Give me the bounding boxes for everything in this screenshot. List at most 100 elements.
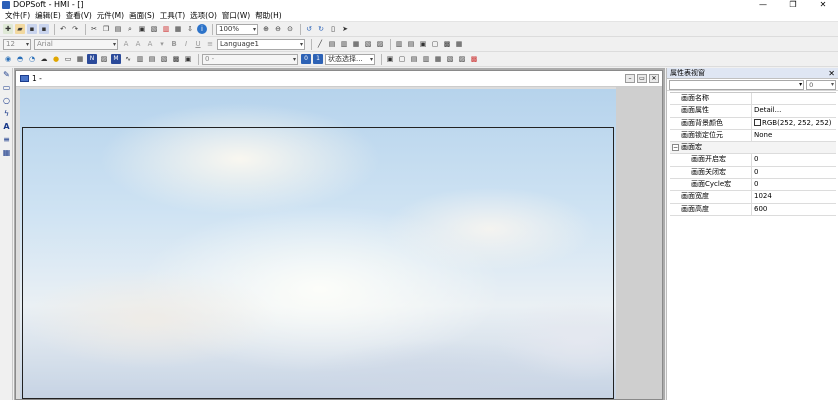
align-bottom-icon[interactable]: ▨: [375, 39, 385, 49]
numeric-input-icon[interactable]: N: [87, 54, 97, 64]
align-right-icon[interactable]: ▦: [351, 39, 361, 49]
alarm-element-icon[interactable]: ▧: [159, 54, 169, 64]
language-select[interactable]: Language1 ▾: [217, 38, 305, 50]
minimize-button[interactable]: —: [748, 0, 778, 10]
property-row[interactable]: 画面开启宏 0: [670, 154, 836, 167]
property-close-icon[interactable]: ✕: [828, 68, 835, 79]
italic-icon[interactable]: I: [181, 39, 191, 49]
close-button[interactable]: ✕: [808, 0, 838, 10]
layer-down-icon[interactable]: ▥: [421, 54, 431, 64]
layer-front-icon[interactable]: ▣: [385, 54, 395, 64]
layer-up-icon[interactable]: ▤: [409, 54, 419, 64]
font-grow-icon[interactable]: A: [121, 39, 131, 49]
align-left-icon[interactable]: ▤: [327, 39, 337, 49]
hmi-screen-canvas[interactable]: [20, 89, 616, 399]
property-row[interactable]: 画面属性 Detail...: [670, 105, 836, 118]
underline-icon[interactable]: U: [193, 39, 203, 49]
polyline-icon[interactable]: ϟ: [1, 108, 12, 119]
open-folder-icon[interactable]: ▰: [15, 24, 25, 34]
unlock-icon[interactable]: ▧: [445, 54, 455, 64]
order-icon[interactable]: ▨: [457, 54, 467, 64]
same-height-icon[interactable]: ▢: [430, 39, 440, 49]
zoom-out-icon[interactable]: ⊖: [273, 24, 283, 34]
download-icon[interactable]: ⇩: [185, 24, 195, 34]
find-icon[interactable]: ⌕: [125, 24, 135, 34]
menu-tools[interactable]: 工具(T): [160, 10, 185, 22]
object-select[interactable]: ▾: [669, 79, 805, 90]
menu-screen[interactable]: 画面(S): [129, 10, 155, 22]
circle-icon[interactable]: ○: [1, 95, 12, 106]
align-center-icon[interactable]: ▥: [339, 39, 349, 49]
pencil-icon[interactable]: ✎: [1, 69, 12, 80]
align-icon[interactable]: ≡: [205, 39, 215, 49]
zoom-in-icon[interactable]: ⊕: [261, 24, 271, 34]
property-row[interactable]: 画面高度 600: [670, 203, 836, 216]
table-tool-icon[interactable]: ▦: [1, 147, 12, 158]
align-top-icon[interactable]: ▧: [363, 39, 373, 49]
maximize-button[interactable]: ❐: [778, 0, 808, 10]
cut-icon[interactable]: ✂: [89, 24, 99, 34]
new-file-icon[interactable]: ✚: [3, 24, 13, 34]
meter-element-icon[interactable]: ◓: [15, 54, 25, 64]
value-select[interactable]: 0 - ▾: [202, 53, 298, 65]
redo-icon[interactable]: ↷: [70, 24, 80, 34]
screen-new-icon[interactable]: ▣: [137, 24, 147, 34]
vertical-scroll-area[interactable]: [616, 87, 662, 399]
undo-icon[interactable]: ↶: [58, 24, 68, 34]
menu-window[interactable]: 窗口(W): [222, 10, 250, 22]
save-icon[interactable]: ▪: [27, 24, 37, 34]
screen-copy-icon[interactable]: ▧: [149, 24, 159, 34]
property-row[interactable]: 画面名称: [670, 93, 836, 106]
button-element-icon[interactable]: ◉: [3, 54, 13, 64]
property-row[interactable]: 画面背景颜色 RGB(252, 252, 252): [670, 117, 836, 130]
scale-icon[interactable]: ≡: [1, 134, 12, 145]
property-row[interactable]: 画面锁定位元 None: [670, 129, 836, 143]
zoom-fit-icon[interactable]: ⊙: [285, 24, 295, 34]
menu-element[interactable]: 元件(M): [97, 10, 124, 22]
lamp-element-icon[interactable]: ●: [51, 54, 61, 64]
font-name-select[interactable]: Arial ▾: [34, 38, 118, 50]
bold-icon[interactable]: B: [169, 39, 179, 49]
font-color-icon[interactable]: A: [145, 39, 155, 49]
trend-element-icon[interactable]: ∿: [123, 54, 133, 64]
delete-element-icon[interactable]: ▩: [469, 54, 479, 64]
keypad-element-icon[interactable]: ▦: [75, 54, 85, 64]
menu-edit[interactable]: 编辑(E): [35, 10, 61, 22]
doc-minimize-button[interactable]: –: [625, 74, 635, 83]
lock-icon[interactable]: ▦: [433, 54, 443, 64]
state-one-icon[interactable]: 1: [313, 54, 323, 64]
menu-help[interactable]: 帮助(H): [255, 10, 282, 22]
rotate-left-icon[interactable]: ↺: [304, 24, 314, 34]
doc-close-button[interactable]: ✕: [649, 74, 659, 83]
state-select[interactable]: 状态选择... ▾: [325, 53, 375, 65]
state-zero-icon[interactable]: 0: [301, 54, 311, 64]
property-row[interactable]: 画面Cycle宏 0: [670, 179, 836, 192]
property-row[interactable]: 画面关闭宏 0: [670, 166, 836, 180]
menu-file[interactable]: 文件(F): [5, 10, 30, 22]
line-tool-icon[interactable]: ╱: [315, 39, 325, 49]
zoom-select[interactable]: 100% ▾: [216, 23, 258, 35]
same-size-icon[interactable]: ▩: [442, 39, 452, 49]
collapse-icon[interactable]: −: [672, 144, 679, 152]
property-row[interactable]: 画面宽度 1024: [670, 191, 836, 204]
text-tool-icon[interactable]: A: [1, 121, 12, 132]
chart-element-icon[interactable]: ▨: [99, 54, 109, 64]
paste-icon[interactable]: ▤: [113, 24, 123, 34]
menu-options[interactable]: 选项(O): [190, 10, 217, 22]
text-input-icon[interactable]: M: [111, 54, 121, 64]
layer-back-icon[interactable]: ▢: [397, 54, 407, 64]
save-all-icon[interactable]: ▪: [39, 24, 49, 34]
rotate-right-icon[interactable]: ↻: [316, 24, 326, 34]
cursor-icon[interactable]: ➤: [340, 24, 350, 34]
dial-element-icon[interactable]: ◔: [27, 54, 37, 64]
copy-icon[interactable]: ❐: [101, 24, 111, 34]
recipe-element-icon[interactable]: ▩: [171, 54, 181, 64]
info-icon[interactable]: i: [197, 24, 207, 34]
font-shrink-icon[interactable]: A: [133, 39, 143, 49]
grid-icon[interactable]: ▦: [173, 24, 183, 34]
same-width-icon[interactable]: ▣: [418, 39, 428, 49]
table-element-icon[interactable]: ▤: [147, 54, 157, 64]
state-value-select[interactable]: 0 ▾: [806, 79, 836, 90]
bar-element-icon[interactable]: ▥: [135, 54, 145, 64]
menu-view[interactable]: 查看(V): [66, 10, 92, 22]
